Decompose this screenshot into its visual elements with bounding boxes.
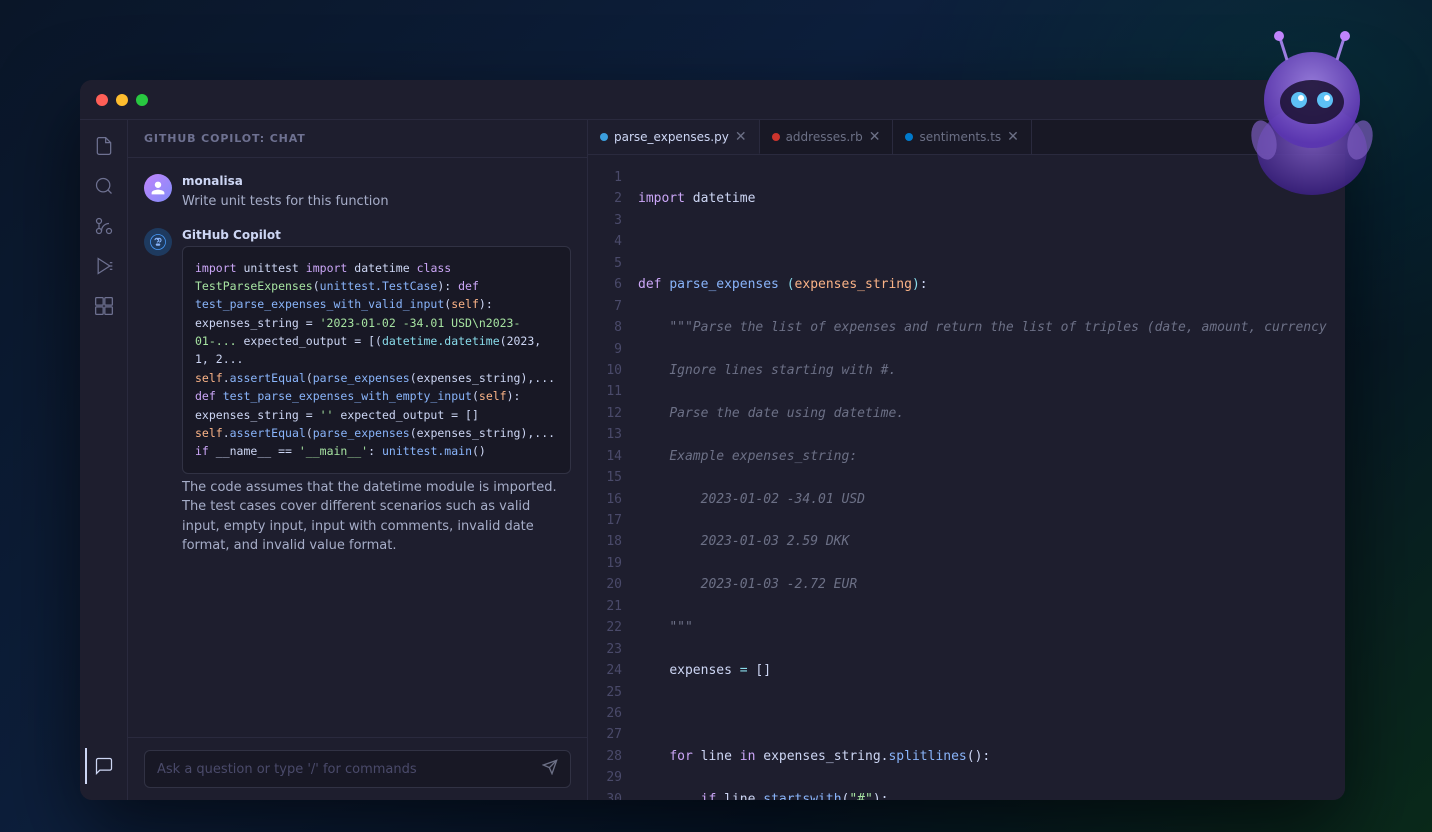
- user-avatar: [144, 174, 172, 202]
- tabs-bar: parse_expenses.py ✕ addresses.rb ✕ senti…: [588, 120, 1345, 155]
- tab-parse-expenses[interactable]: parse_expenses.py ✕: [588, 120, 760, 154]
- sidebar-item-run[interactable]: [86, 248, 122, 284]
- minimize-button[interactable]: [116, 94, 128, 106]
- chat-input[interactable]: [157, 762, 534, 777]
- tab-label-parse-expenses: parse_expenses.py: [614, 130, 729, 144]
- copilot-avatar: [144, 228, 172, 256]
- code-editor[interactable]: import datetime def parse_expenses (expe…: [638, 155, 1345, 800]
- chat-panel-header: GITHUB COPILOT: CHAT: [128, 120, 587, 158]
- activity-bar: [80, 120, 128, 800]
- main-content: GITHUB COPILOT: CHAT monalisa Write unit…: [80, 120, 1345, 800]
- sidebar-item-extensions[interactable]: [86, 288, 122, 324]
- tab-dot-py: [600, 133, 608, 141]
- maximize-button[interactable]: [136, 94, 148, 106]
- vscode-window: GITHUB COPILOT: CHAT monalisa Write unit…: [80, 80, 1345, 800]
- tab-close-parse-expenses[interactable]: ✕: [735, 130, 747, 144]
- line-numbers: 1 2 3 4 5 6 7 8 9 10 11 12 13 14 15 16 1: [588, 155, 638, 800]
- user-message-content: monalisa Write unit tests for this funct…: [182, 174, 389, 212]
- chat-input-area: [128, 737, 587, 800]
- sidebar-item-files[interactable]: [86, 128, 122, 164]
- tab-close-sentiments[interactable]: ✕: [1007, 130, 1019, 144]
- sidebar-item-source-control[interactable]: [86, 208, 122, 244]
- code-response: import unittest import datetime class Te…: [182, 246, 571, 474]
- editor-content[interactable]: 1 2 3 4 5 6 7 8 9 10 11 12 13 14 15 16 1: [588, 155, 1345, 800]
- send-icon[interactable]: [542, 759, 558, 779]
- editor-area: parse_expenses.py ✕ addresses.rb ✕ senti…: [588, 120, 1345, 800]
- traffic-lights: [96, 94, 148, 106]
- tab-dot-ts: [905, 133, 913, 141]
- titlebar: [80, 80, 1345, 120]
- chat-panel: GITHUB COPILOT: CHAT monalisa Write unit…: [128, 120, 588, 800]
- sidebar-item-chat[interactable]: [85, 748, 121, 784]
- user-name: monalisa: [182, 174, 389, 188]
- chat-messages: monalisa Write unit tests for this funct…: [128, 158, 587, 737]
- chat-input-container: [144, 750, 571, 788]
- tab-addresses[interactable]: addresses.rb ✕: [760, 120, 894, 154]
- tab-dot-rb: [772, 133, 780, 141]
- copilot-name: GitHub Copilot: [182, 228, 571, 242]
- copilot-message-content: GitHub Copilot import unittest import da…: [182, 228, 571, 556]
- close-button[interactable]: [96, 94, 108, 106]
- tab-label-sentiments: sentiments.ts: [919, 130, 1001, 144]
- tab-sentiments[interactable]: sentiments.ts ✕: [893, 120, 1031, 154]
- user-message: monalisa Write unit tests for this funct…: [144, 174, 571, 212]
- copilot-followup-text: The code assumes that the datetime modul…: [182, 478, 571, 556]
- copilot-message: GitHub Copilot import unittest import da…: [144, 228, 571, 556]
- tab-label-addresses: addresses.rb: [786, 130, 863, 144]
- tab-close-addresses[interactable]: ✕: [869, 130, 881, 144]
- sidebar-item-search[interactable]: [86, 168, 122, 204]
- user-message-text: Write unit tests for this function: [182, 192, 389, 212]
